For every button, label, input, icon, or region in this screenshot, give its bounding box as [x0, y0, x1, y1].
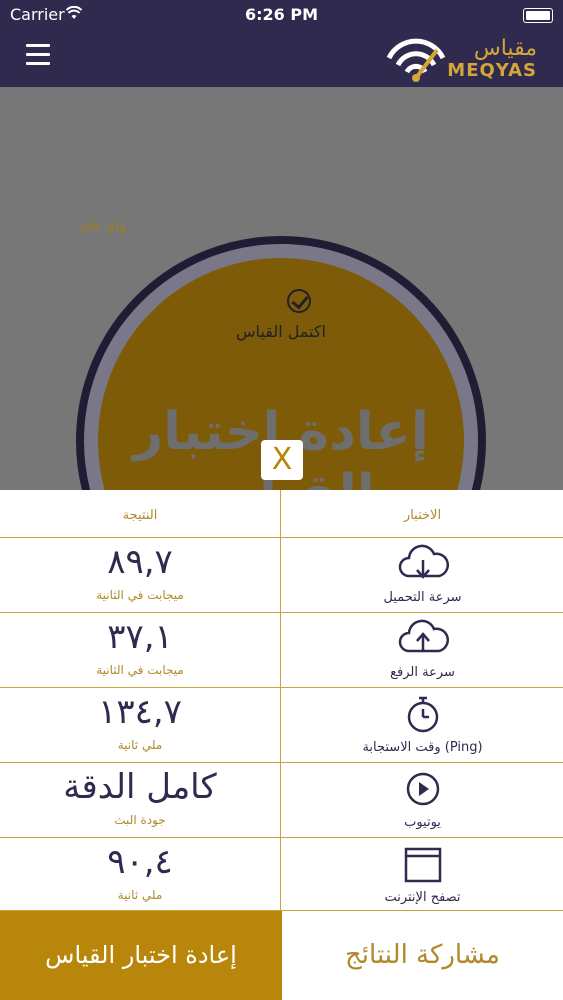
browsing-value: ٩٠,٤ — [107, 842, 173, 882]
retest-button[interactable]: إعادة اختبار القياس — [0, 911, 282, 1000]
status-bar: Carrier 6:26 PM — [0, 0, 563, 30]
app-header: مقياس MEQYAS — [0, 30, 563, 87]
play-icon — [406, 772, 440, 806]
share-results-button[interactable]: مشاركة النتائج — [282, 911, 563, 1000]
table-row: ٩٠,٤ ملي ثانية تصفح الإنترنت — [0, 838, 563, 911]
browsing-label: تصفح الإنترنت — [384, 890, 461, 905]
logo-english-text: MEQYAS — [447, 60, 537, 81]
checkmark-icon — [287, 289, 311, 313]
network-type-label: واي فاي — [78, 218, 126, 234]
download-unit: ميجابت في الثانية — [96, 588, 184, 602]
test-column-header: الاختبار — [403, 508, 442, 523]
youtube-unit: جودة البث — [114, 813, 166, 827]
table-row: ١٣٤,٧ ملي ثانية وقت الاستجابة (Ping) — [0, 688, 563, 763]
table-row: ٣٧,١ ميجابت في الثانية سرعة الرفع — [0, 613, 563, 688]
upload-label: سرعة الرفع — [390, 665, 455, 680]
clock: 6:26 PM — [244, 5, 318, 24]
download-value: ٨٩,٧ — [107, 542, 173, 582]
youtube-label: يوتيوب — [404, 815, 441, 830]
hamburger-menu-icon[interactable] — [26, 44, 50, 66]
test-complete-label: اكتمل القياس — [236, 322, 326, 341]
table-row: كامل الدقة جودة البث يوتيوب — [0, 763, 563, 838]
youtube-value: كامل الدقة — [63, 767, 217, 807]
browsing-unit: ملي ثانية — [117, 888, 163, 902]
download-label: سرعة التحميل — [383, 590, 462, 605]
cloud-download-icon — [398, 544, 449, 579]
cloud-upload-icon — [398, 619, 449, 653]
result-column-header: النتيجة — [122, 508, 158, 523]
logo-wifi-icon — [386, 38, 446, 82]
results-panel: النتيجة الاختبار ٨٩,٧ ميجابت في الثانية … — [0, 490, 563, 911]
ping-label: وقت الاستجابة (Ping) — [362, 740, 483, 755]
upload-value: ٣٧,١ — [107, 617, 173, 657]
dimmed-background: واي فاي اكتمل القياس إعادة اختبار القياس — [0, 87, 563, 490]
table-row: ٨٩,٧ ميجابت في الثانية سرعة التحميل — [0, 538, 563, 613]
battery-icon — [523, 8, 553, 23]
upload-unit: ميجابت في الثانية — [96, 663, 184, 677]
browser-icon — [404, 847, 442, 883]
stopwatch-icon — [407, 696, 439, 733]
ping-unit: ملي ثانية — [117, 738, 163, 752]
meqyas-logo: مقياس MEQYAS — [385, 36, 537, 84]
close-results-button[interactable]: X — [261, 440, 303, 480]
results-header-row: النتيجة الاختبار — [0, 490, 563, 538]
logo-arabic-text: مقياس — [473, 36, 537, 61]
ping-value: ١٣٤,٧ — [98, 692, 182, 732]
